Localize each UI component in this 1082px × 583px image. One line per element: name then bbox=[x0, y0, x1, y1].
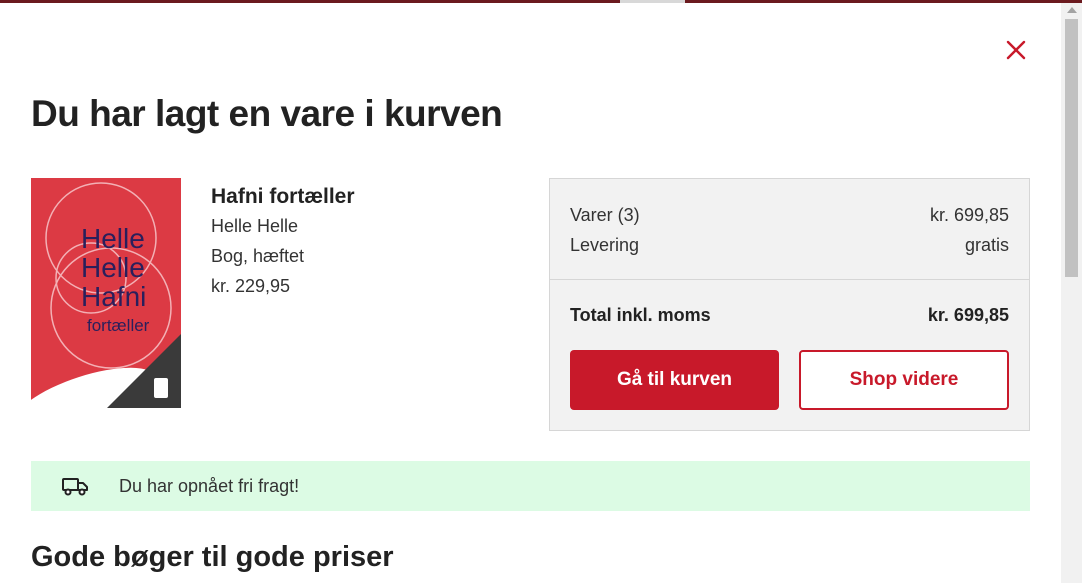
free-shipping-banner: Du har opnået fri fragt! bbox=[31, 461, 1030, 511]
product-title[interactable]: Hafni fortæller bbox=[211, 183, 355, 211]
summary-items-row: Varer (3) kr. 699,85 bbox=[570, 205, 1009, 226]
summary-divider bbox=[550, 279, 1029, 280]
product-format: Bog, hæftet bbox=[211, 246, 305, 266]
scrollbar-thumb[interactable] bbox=[1065, 19, 1078, 277]
total-value: kr. 699,85 bbox=[927, 305, 1009, 325]
continue-shopping-button[interactable]: Shop videre bbox=[799, 350, 1009, 410]
cover-text-line4: fortæller bbox=[87, 316, 150, 335]
close-icon bbox=[1006, 40, 1026, 60]
cover-text-line3: Hafni bbox=[81, 281, 147, 312]
close-button[interactable] bbox=[1003, 37, 1029, 63]
scroll-up-arrow-icon[interactable] bbox=[1067, 7, 1077, 13]
product-author: Helle Helle bbox=[211, 216, 299, 236]
product-info: Hafni fortæller Helle Helle Bog, hæftet … bbox=[211, 183, 355, 301]
book-cover-image[interactable]: Helle Helle Hafni fortæller bbox=[31, 178, 181, 408]
device-icon bbox=[154, 378, 168, 398]
product-price: kr. 229,95 bbox=[211, 276, 291, 296]
recommendations-title: Gode bøger til gode priser bbox=[31, 541, 394, 573]
shipping-message: Du har opnået fri fragt! bbox=[119, 475, 300, 496]
modal-title: Du har lagt en vare i kurven bbox=[31, 93, 503, 134]
cover-text-line1: Helle bbox=[81, 223, 145, 254]
go-to-cart-button[interactable]: Gå til kurven bbox=[570, 350, 779, 410]
truck-icon bbox=[62, 478, 88, 496]
items-label: Varer (3) bbox=[570, 205, 640, 225]
add-to-cart-modal: Du har lagt en vare i kurven Helle Helle… bbox=[1, 3, 1061, 583]
delivery-value: gratis bbox=[964, 235, 1009, 255]
cart-summary: Varer (3) kr. 699,85 Levering gratis Tot… bbox=[549, 178, 1030, 431]
total-label: Total inkl. moms bbox=[570, 305, 711, 325]
summary-total-row: Total inkl. moms kr. 699,85 bbox=[570, 305, 1009, 326]
summary-delivery-row: Levering gratis bbox=[570, 235, 1009, 256]
cover-text-line2: Helle bbox=[81, 252, 145, 283]
delivery-label: Levering bbox=[570, 235, 640, 255]
ebook-corner-badge bbox=[107, 334, 181, 408]
scrollbar[interactable] bbox=[1061, 3, 1082, 583]
items-value: kr. 699,85 bbox=[929, 205, 1009, 225]
